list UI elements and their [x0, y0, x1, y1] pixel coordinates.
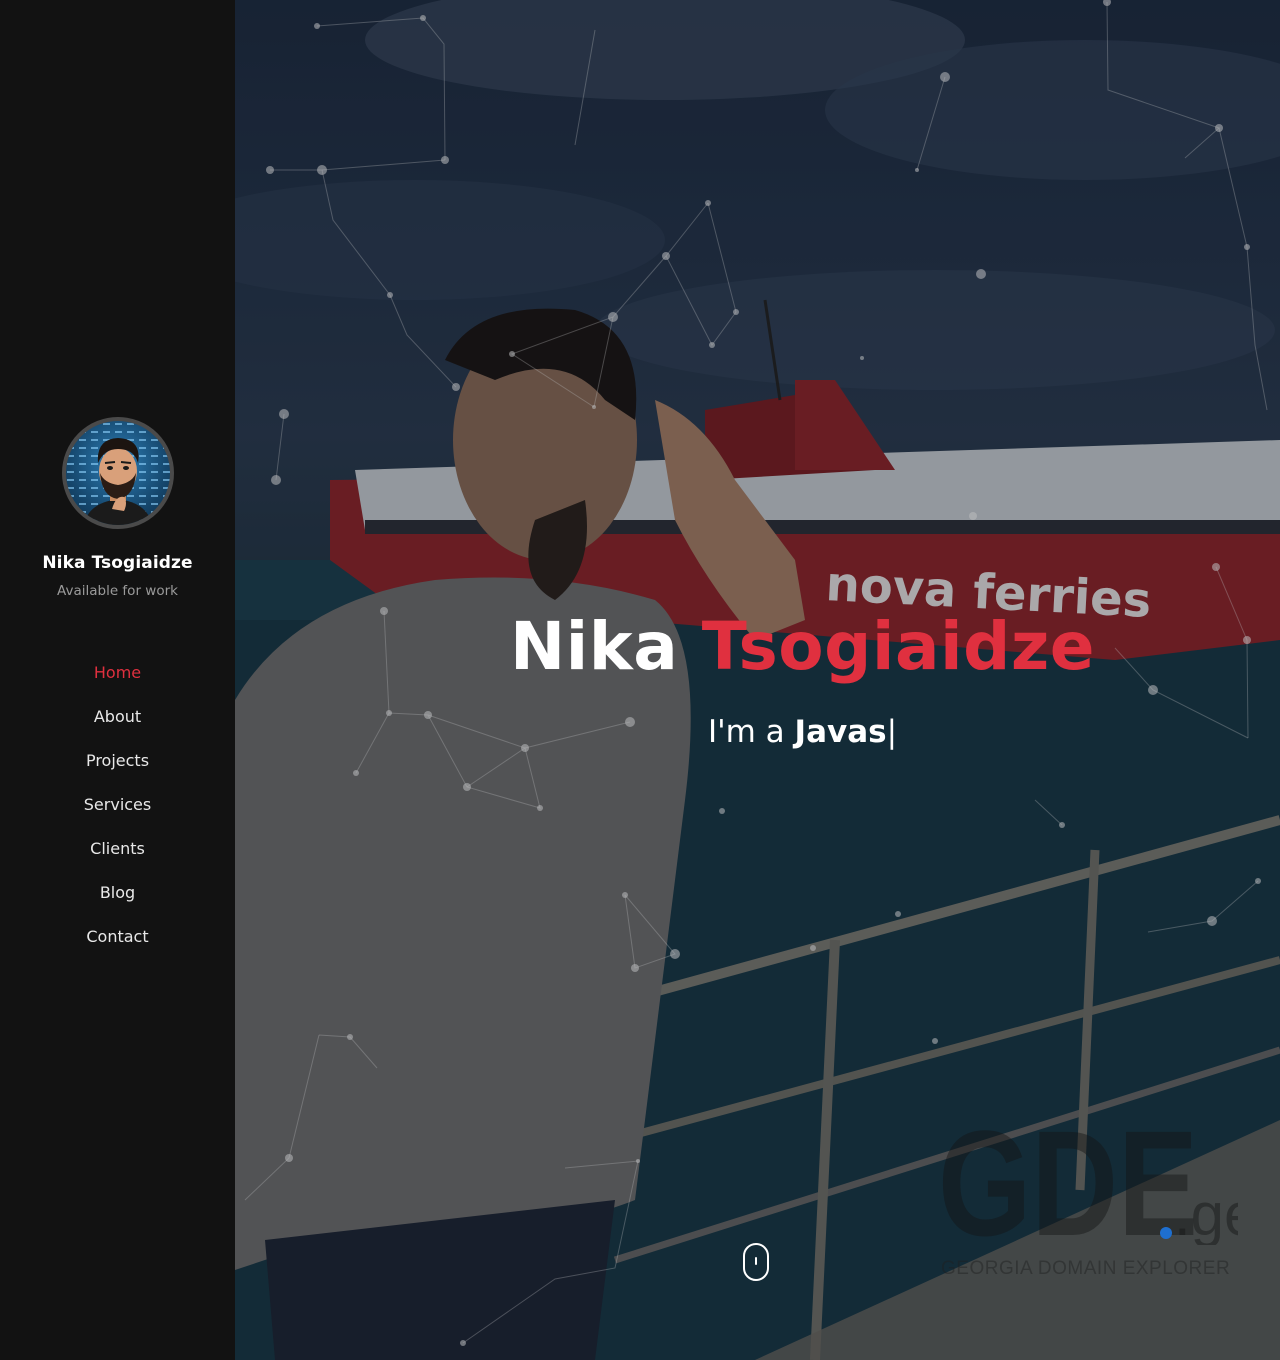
hero-title-last: Tsogiaidze — [701, 608, 1096, 685]
hero-title-first: Nika — [509, 608, 679, 685]
mouse-scroll-icon[interactable] — [743, 1243, 769, 1281]
watermark-logo-text: GDE — [938, 1105, 1198, 1245]
hero-section: nova ferries Nika Tsogiaidze I'm a Javas… — [235, 0, 1280, 1360]
typed-prefix: I'm a — [707, 714, 785, 750]
nav-item-services[interactable]: Services — [84, 783, 151, 827]
profile-name: Nika Tsogiaidze — [42, 553, 193, 573]
typed-cursor: | — [886, 714, 898, 750]
watermark-tld: .ge — [1174, 1181, 1238, 1245]
typed-word: Javas — [794, 714, 887, 750]
avatar-illustration — [65, 421, 170, 525]
scroll-wheel — [755, 1257, 757, 1265]
profile-status: Available for work — [57, 583, 178, 599]
hero-typed-line: I'm a Javas| — [280, 714, 1280, 750]
hero-title: Nika Tsogiaidze — [280, 608, 1280, 685]
watermark-logo: GDE .ge — [938, 1099, 1257, 1267]
nav-item-projects[interactable]: Projects — [86, 739, 149, 783]
nav-item-contact[interactable]: Contact — [86, 915, 148, 959]
main-nav: Home About Projects Services Clients Blo… — [84, 651, 151, 959]
nav-item-clients[interactable]: Clients — [90, 827, 145, 871]
page: Nika Tsogiaidze Available for work Home … — [0, 0, 1280, 1360]
sidebar: Nika Tsogiaidze Available for work Home … — [0, 0, 235, 1360]
nav-item-home[interactable]: Home — [94, 651, 141, 695]
nav-item-blog[interactable]: Blog — [100, 871, 135, 915]
nav-item-about[interactable]: About — [94, 695, 141, 739]
watermark-tagline: GEORGIA DOMAIN EXPLORER — [941, 1258, 1231, 1279]
avatar — [61, 417, 174, 529]
